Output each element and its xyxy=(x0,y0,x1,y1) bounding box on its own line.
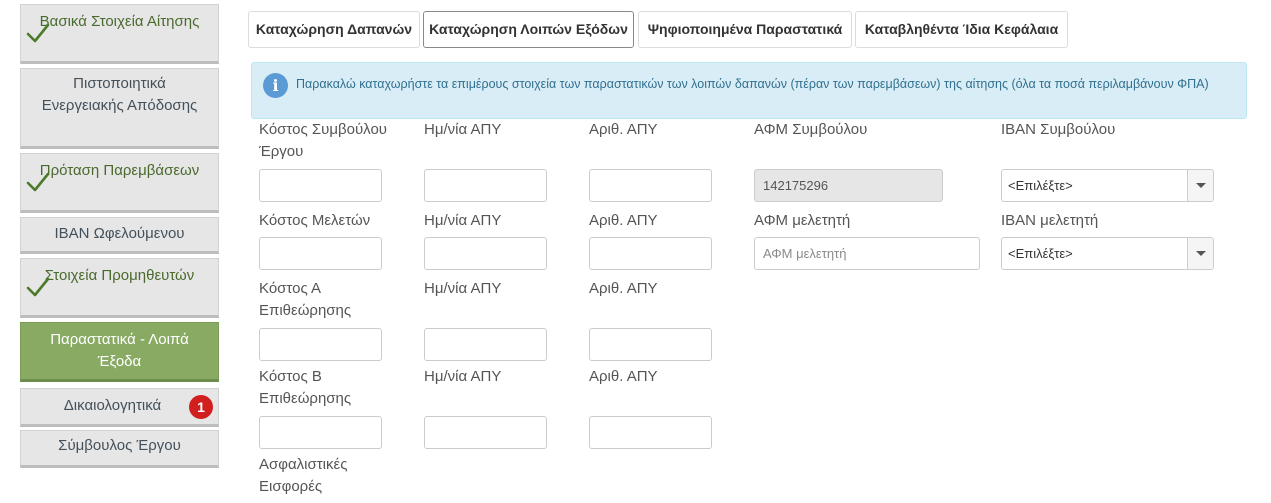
inspection-b-cost-input[interactable] xyxy=(259,416,382,449)
consultant-afm-field xyxy=(754,169,943,202)
studies-date-label: Ημ/νία ΑΠΥ xyxy=(424,212,502,229)
sidebar-item-label: Πιστοποιητικά Ενεργειακής Απόδοσης xyxy=(41,75,198,114)
checkmark-icon xyxy=(26,172,50,192)
sidebar-item-label: Στοιχεία Προμηθευτών xyxy=(44,267,195,284)
inspection-b-number-input[interactable] xyxy=(589,416,712,449)
consultant-number-input[interactable] xyxy=(589,169,712,202)
studies-afm-input[interactable] xyxy=(754,237,980,270)
sidebar-item-label: Πρόταση Παρεμβάσεων xyxy=(39,162,200,179)
sidebar-item-label: Παραστατικά - Λοιπά Έξοδα xyxy=(50,331,189,370)
inspection-b-cost-label: Κόστος Β Επιθεώρησης xyxy=(259,368,352,407)
chevron-down-icon[interactable] xyxy=(1187,238,1213,269)
sidebar-item-label: Δικαιολογητικά xyxy=(63,397,162,414)
sidebar-item-documents[interactable]: Δικαιολογητικά 1 xyxy=(20,388,219,427)
studies-cost-input[interactable] xyxy=(259,237,382,270)
consultant-afm-label: ΑΦΜ Συμβούλου xyxy=(754,121,868,138)
inspection-b-date-label: Ημ/νία ΑΠΥ xyxy=(424,368,502,385)
chevron-down-icon[interactable] xyxy=(1187,170,1213,201)
info-alert: i Παρακαλώ καταχωρήστε τα επιμέρους στοι… xyxy=(251,62,1247,119)
inspection-a-date-input[interactable] xyxy=(424,328,547,361)
inspection-a-cost-label: Κόστος Α Επιθεώρησης xyxy=(259,280,352,319)
consultant-date-input[interactable] xyxy=(424,169,547,202)
studies-afm-label: ΑΦΜ μελετητή xyxy=(754,212,851,229)
sidebar-item-label: Σύμβουλος Έργου xyxy=(58,437,181,454)
sidebar-item-project-consultant[interactable]: Σύμβουλος Έργου xyxy=(20,430,219,468)
inspection-b-date-input[interactable] xyxy=(424,416,547,449)
checkmark-icon xyxy=(26,23,50,43)
studies-number-input[interactable] xyxy=(589,237,712,270)
insurance-contributions-label: Ασφαλιστικές Εισφορές xyxy=(259,456,348,495)
tab-expenses-entry[interactable]: Καταχώρηση Δαπανών xyxy=(248,11,420,48)
sidebar-item-other-expenses[interactable]: Παραστατικά - Λοιπά Έξοδα xyxy=(20,322,219,382)
inspection-a-cost-input[interactable] xyxy=(259,328,382,361)
sidebar-item-iban[interactable]: IBAN Ωφελούμενου xyxy=(20,217,219,254)
studies-number-label: Αριθ. ΑΠΥ xyxy=(589,212,658,229)
sidebar-item-basic-info[interactable]: Βασικά Στοιχεία Αίτησης xyxy=(20,4,219,64)
sidebar-item-label: IBAN Ωφελούμενου xyxy=(54,225,185,242)
tab-own-funds-paid[interactable]: Καταβληθέντα Ίδια Κεφάλαια xyxy=(855,11,1068,48)
inspection-b-number-label: Αριθ. ΑΠΥ xyxy=(589,368,658,385)
studies-iban-label: IBAN μελετητή xyxy=(1001,212,1099,229)
studies-iban-selected: <Επιλέξτε> xyxy=(1008,246,1073,261)
consultant-number-label: Αριθ. ΑΠΥ xyxy=(589,121,658,138)
sidebar-item-label: Βασικά Στοιχεία Αίτησης xyxy=(39,13,200,30)
studies-date-input[interactable] xyxy=(424,237,547,270)
checkmark-icon xyxy=(26,277,50,297)
sidebar-item-interventions[interactable]: Πρόταση Παρεμβάσεων xyxy=(20,153,219,213)
studies-iban-select[interactable]: <Επιλέξτε> xyxy=(1001,237,1214,270)
notification-badge: 1 xyxy=(189,394,213,419)
inspection-a-date-label: Ημ/νία ΑΠΥ xyxy=(424,280,502,297)
tab-digitized-documents[interactable]: Ψηφιοποιημένα Παραστατικά xyxy=(638,11,852,48)
tab-other-expenses-entry[interactable]: Καταχώρηση Λοιπών Εξόδων xyxy=(423,11,634,48)
info-icon: i xyxy=(263,73,288,98)
inspection-a-number-input[interactable] xyxy=(589,328,712,361)
consultant-iban-selected: <Επιλέξτε> xyxy=(1008,178,1073,193)
sidebar-item-suppliers[interactable]: Στοιχεία Προμηθευτών xyxy=(20,258,219,318)
consultant-iban-select[interactable]: <Επιλέξτε> xyxy=(1001,169,1214,202)
consultant-cost-label: Κόστος Συμβούλου Έργου xyxy=(259,121,387,160)
sidebar-item-energy-certificates[interactable]: Πιστοποιητικά Ενεργειακής Απόδοσης xyxy=(20,68,219,149)
studies-cost-label: Κόστος Μελετών xyxy=(259,212,371,229)
consultant-iban-label: IBAN Συμβούλου xyxy=(1001,121,1116,138)
consultant-date-label: Ημ/νία ΑΠΥ xyxy=(424,121,502,138)
consultant-cost-input[interactable] xyxy=(259,169,382,202)
info-alert-text: Παρακαλώ καταχωρήστε τα επιμέρους στοιχε… xyxy=(296,77,1209,91)
inspection-a-number-label: Αριθ. ΑΠΥ xyxy=(589,280,658,297)
